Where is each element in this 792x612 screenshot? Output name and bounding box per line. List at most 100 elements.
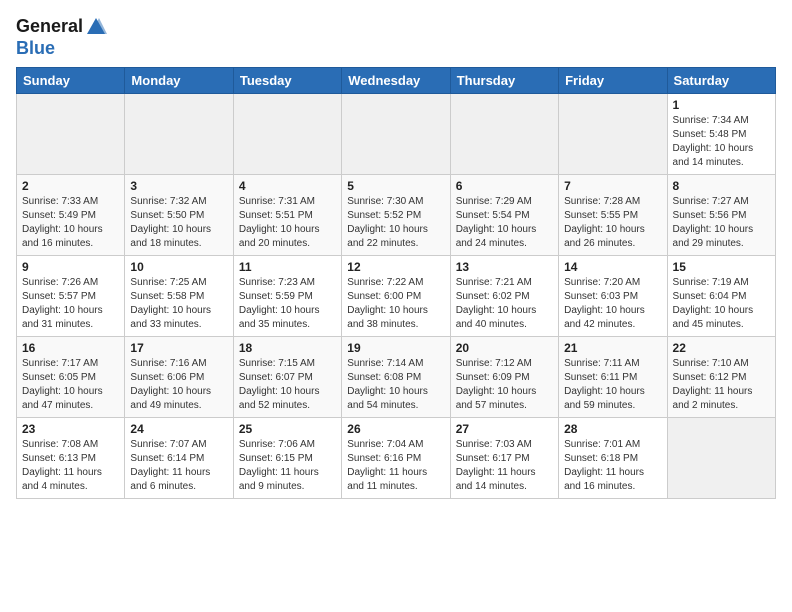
day-number: 13 <box>456 260 553 274</box>
calendar-cell: 4 Sunrise: 7:31 AM Sunset: 5:51 PM Daylig… <box>233 174 341 255</box>
calendar-cell: 3 Sunrise: 7:32 AM Sunset: 5:50 PM Daylig… <box>125 174 233 255</box>
day-info: Sunrise: 7:22 AM Sunset: 6:00 PM Dayligh… <box>347 276 444 332</box>
day-header-wednesday: Wednesday <box>342 67 450 93</box>
day-header-friday: Friday <box>559 67 667 93</box>
calendar-cell: 5 Sunrise: 7:30 AM Sunset: 5:52 PM Daylig… <box>342 174 450 255</box>
calendar-cell: 22Sunrise: 7:10 AM Sunset: 6:12 PM Dayli… <box>667 336 775 417</box>
day-info: Sunrise: 7:25 AM Sunset: 5:58 PM Dayligh… <box>130 276 227 332</box>
calendar-cell: 23 Sunrise: 7:08 AM Sunset: 6:13 PM Dayli… <box>17 417 125 498</box>
day-number: 11 <box>239 260 336 274</box>
calendar-cell: 13 Sunrise: 7:21 AM Sunset: 6:02 PM Dayli… <box>450 255 558 336</box>
day-info: Sunrise: 7:19 AM Sunset: 6:04 PM Dayligh… <box>673 276 770 332</box>
calendar-cell: 2 Sunrise: 7:33 AM Sunset: 5:49 PM Daylig… <box>17 174 125 255</box>
calendar-week-row: 16 Sunrise: 7:17 AM Sunset: 6:05 PM Dayli… <box>17 336 776 417</box>
day-info: Sunrise: 7:16 AM Sunset: 6:06 PM Dayligh… <box>130 357 227 413</box>
calendar-cell: 26 Sunrise: 7:04 AM Sunset: 6:16 PM Dayli… <box>342 417 450 498</box>
day-header-tuesday: Tuesday <box>233 67 341 93</box>
calendar-cell: 18Sunrise: 7:15 AM Sunset: 6:07 PM Dayli… <box>233 336 341 417</box>
day-info: Sunrise: 7:33 AM Sunset: 5:49 PM Dayligh… <box>22 195 119 251</box>
calendar-cell: 11Sunrise: 7:23 AM Sunset: 5:59 PM Dayli… <box>233 255 341 336</box>
day-info: Sunrise: 7:01 AM Sunset: 6:18 PM Dayligh… <box>564 438 661 494</box>
calendar-cell: 21 Sunrise: 7:11 AM Sunset: 6:11 PM Dayli… <box>559 336 667 417</box>
calendar-cell: 20 Sunrise: 7:12 AM Sunset: 6:09 PM Dayli… <box>450 336 558 417</box>
day-info: Sunrise: 7:28 AM Sunset: 5:55 PM Dayligh… <box>564 195 661 251</box>
day-number: 6 <box>456 179 553 193</box>
calendar-cell: 10 Sunrise: 7:25 AM Sunset: 5:58 PM Dayli… <box>125 255 233 336</box>
day-info: Sunrise: 7:12 AM Sunset: 6:09 PM Dayligh… <box>456 357 553 413</box>
day-info: Sunrise: 7:06 AM Sunset: 6:15 PM Dayligh… <box>239 438 336 494</box>
day-number: 25 <box>239 422 336 436</box>
day-number: 3 <box>130 179 227 193</box>
calendar-cell <box>17 93 125 174</box>
day-number: 10 <box>130 260 227 274</box>
day-info: Sunrise: 7:17 AM Sunset: 6:05 PM Dayligh… <box>22 357 119 413</box>
day-number: 4 <box>239 179 336 193</box>
day-number: 17 <box>130 341 227 355</box>
day-info: Sunrise: 7:26 AM Sunset: 5:57 PM Dayligh… <box>22 276 119 332</box>
calendar-cell: 6 Sunrise: 7:29 AM Sunset: 5:54 PM Daylig… <box>450 174 558 255</box>
day-number: 12 <box>347 260 444 274</box>
day-info: Sunrise: 7:14 AM Sunset: 6:08 PM Dayligh… <box>347 357 444 413</box>
day-number: 22 <box>673 341 770 355</box>
day-number: 27 <box>456 422 553 436</box>
day-number: 7 <box>564 179 661 193</box>
day-number: 23 <box>22 422 119 436</box>
day-info: Sunrise: 7:32 AM Sunset: 5:50 PM Dayligh… <box>130 195 227 251</box>
day-number: 9 <box>22 260 119 274</box>
day-number: 16 <box>22 341 119 355</box>
calendar-cell <box>233 93 341 174</box>
calendar-cell: 9 Sunrise: 7:26 AM Sunset: 5:57 PM Daylig… <box>17 255 125 336</box>
day-info: Sunrise: 7:04 AM Sunset: 6:16 PM Dayligh… <box>347 438 444 494</box>
day-info: Sunrise: 7:31 AM Sunset: 5:51 PM Dayligh… <box>239 195 336 251</box>
day-header-saturday: Saturday <box>667 67 775 93</box>
logo-icon <box>85 16 107 38</box>
day-number: 5 <box>347 179 444 193</box>
calendar: SundayMondayTuesdayWednesdayThursdayFrid… <box>16 67 776 499</box>
calendar-cell: 15 Sunrise: 7:19 AM Sunset: 6:04 PM Dayli… <box>667 255 775 336</box>
day-info: Sunrise: 7:03 AM Sunset: 6:17 PM Dayligh… <box>456 438 553 494</box>
day-info: Sunrise: 7:11 AM Sunset: 6:11 PM Dayligh… <box>564 357 661 413</box>
day-number: 8 <box>673 179 770 193</box>
calendar-week-row: 2 Sunrise: 7:33 AM Sunset: 5:49 PM Daylig… <box>17 174 776 255</box>
calendar-week-row: 23 Sunrise: 7:08 AM Sunset: 6:13 PM Dayli… <box>17 417 776 498</box>
day-header-monday: Monday <box>125 67 233 93</box>
calendar-cell: 14Sunrise: 7:20 AM Sunset: 6:03 PM Dayli… <box>559 255 667 336</box>
day-info: Sunrise: 7:21 AM Sunset: 6:02 PM Dayligh… <box>456 276 553 332</box>
day-number: 15 <box>673 260 770 274</box>
page-header: General Blue <box>16 16 776 59</box>
day-number: 21 <box>564 341 661 355</box>
logo: General Blue <box>16 16 107 59</box>
calendar-cell: 28 Sunrise: 7:01 AM Sunset: 6:18 PM Dayli… <box>559 417 667 498</box>
day-number: 26 <box>347 422 444 436</box>
calendar-cell <box>125 93 233 174</box>
day-info: Sunrise: 7:15 AM Sunset: 6:07 PM Dayligh… <box>239 357 336 413</box>
calendar-cell: 27 Sunrise: 7:03 AM Sunset: 6:17 PM Dayli… <box>450 417 558 498</box>
day-info: Sunrise: 7:27 AM Sunset: 5:56 PM Dayligh… <box>673 195 770 251</box>
day-info: Sunrise: 7:29 AM Sunset: 5:54 PM Dayligh… <box>456 195 553 251</box>
day-info: Sunrise: 7:07 AM Sunset: 6:14 PM Dayligh… <box>130 438 227 494</box>
calendar-cell: 19 Sunrise: 7:14 AM Sunset: 6:08 PM Dayli… <box>342 336 450 417</box>
calendar-week-row: 1 Sunrise: 7:34 AM Sunset: 5:48 PM Daylig… <box>17 93 776 174</box>
calendar-cell <box>450 93 558 174</box>
day-number: 14 <box>564 260 661 274</box>
calendar-cell <box>559 93 667 174</box>
day-info: Sunrise: 7:34 AM Sunset: 5:48 PM Dayligh… <box>673 114 770 170</box>
calendar-cell: 16 Sunrise: 7:17 AM Sunset: 6:05 PM Dayli… <box>17 336 125 417</box>
day-number: 20 <box>456 341 553 355</box>
calendar-cell: 8 Sunrise: 7:27 AM Sunset: 5:56 PM Daylig… <box>667 174 775 255</box>
logo-blue: Blue <box>16 38 107 59</box>
day-number: 1 <box>673 98 770 112</box>
day-info: Sunrise: 7:30 AM Sunset: 5:52 PM Dayligh… <box>347 195 444 251</box>
calendar-cell: 12 Sunrise: 7:22 AM Sunset: 6:00 PM Dayli… <box>342 255 450 336</box>
calendar-cell: 1 Sunrise: 7:34 AM Sunset: 5:48 PM Daylig… <box>667 93 775 174</box>
logo-text: General <box>16 16 107 38</box>
calendar-cell: 7 Sunrise: 7:28 AM Sunset: 5:55 PM Daylig… <box>559 174 667 255</box>
day-number: 28 <box>564 422 661 436</box>
day-number: 19 <box>347 341 444 355</box>
calendar-header-row: SundayMondayTuesdayWednesdayThursdayFrid… <box>17 67 776 93</box>
calendar-cell: 25 Sunrise: 7:06 AM Sunset: 6:15 PM Dayli… <box>233 417 341 498</box>
calendar-cell <box>667 417 775 498</box>
day-number: 2 <box>22 179 119 193</box>
day-header-thursday: Thursday <box>450 67 558 93</box>
day-info: Sunrise: 7:08 AM Sunset: 6:13 PM Dayligh… <box>22 438 119 494</box>
